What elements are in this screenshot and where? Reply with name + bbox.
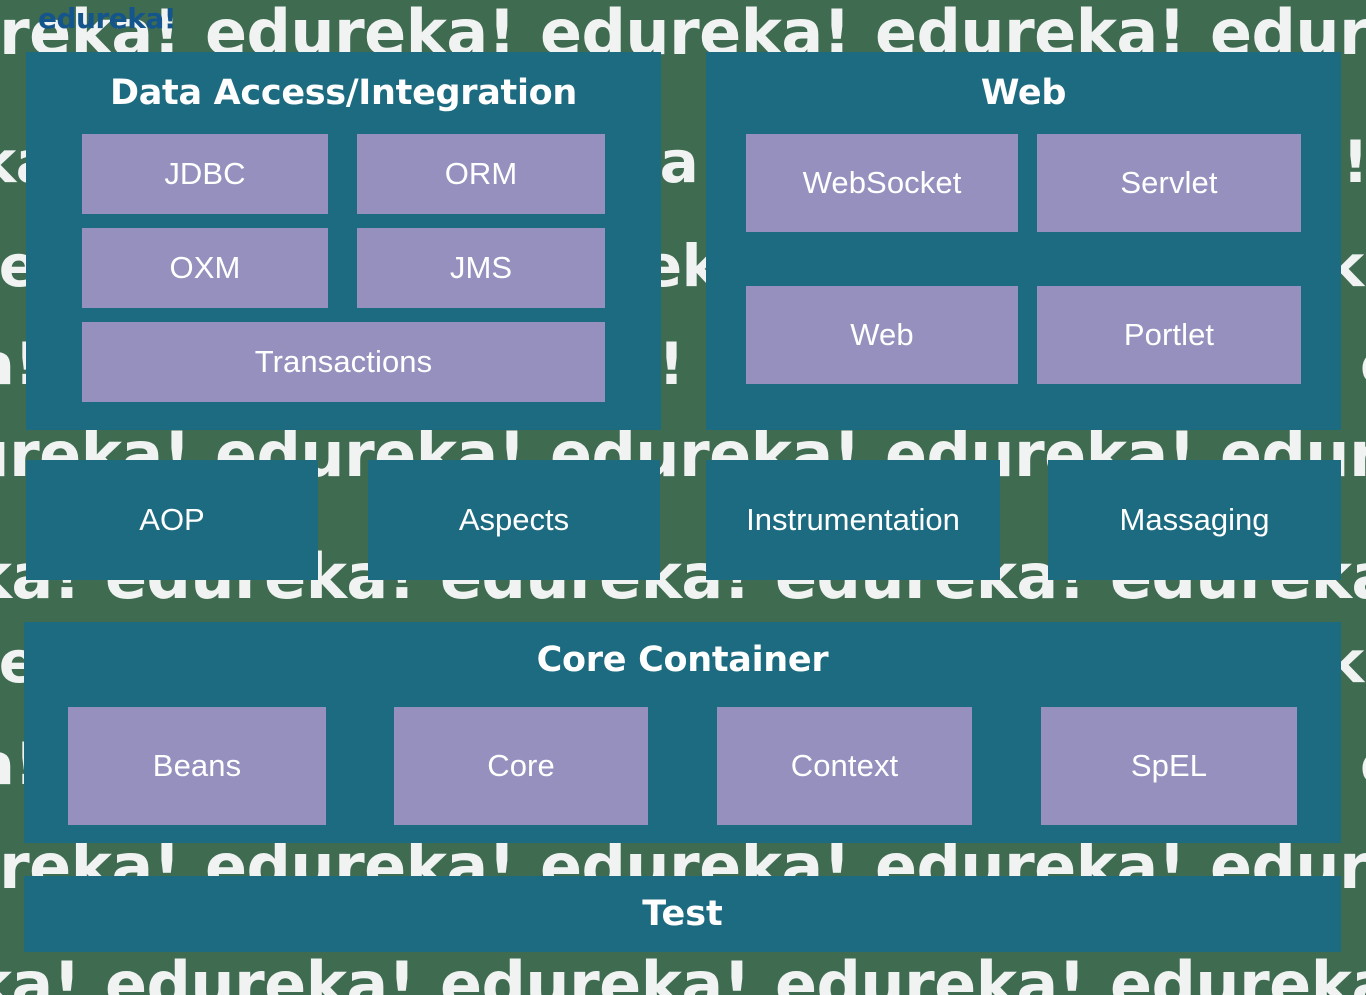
module-oxm: OXM — [82, 228, 328, 308]
module-servlet: Servlet — [1037, 134, 1301, 232]
module-aspects: Aspects — [368, 460, 660, 580]
module-portlet: Portlet — [1037, 286, 1301, 384]
module-web: Web — [746, 286, 1018, 384]
module-aop: AOP — [26, 460, 318, 580]
module-beans: Beans — [68, 707, 326, 825]
panel-title-web: Web — [980, 73, 1067, 113]
module-massaging: Massaging — [1048, 460, 1341, 580]
panel-title-core-container: Core Container — [536, 640, 829, 680]
module-transactions: Transactions — [82, 322, 605, 402]
panel-test: Test — [24, 876, 1341, 952]
module-spel: SpEL — [1041, 707, 1297, 825]
module-jdbc: JDBC — [82, 134, 328, 214]
panel-core-container: Core Container Beans Core Context SpEL — [24, 622, 1341, 843]
module-instrumentation: Instrumentation — [706, 460, 1000, 580]
panel-data-access-integration: Data Access/Integration JDBC ORM OXM JMS… — [26, 52, 661, 430]
module-jms: JMS — [357, 228, 605, 308]
module-core: Core — [394, 707, 648, 825]
module-context: Context — [717, 707, 972, 825]
panel-title-test: Test — [642, 894, 723, 934]
spring-framework-architecture-diagram: Data Access/Integration JDBC ORM OXM JMS… — [0, 0, 1366, 995]
panel-title-data-access-integration: Data Access/Integration — [109, 73, 578, 113]
module-websocket: WebSocket — [746, 134, 1018, 232]
edureka-logo: edureka! — [38, 2, 177, 35]
module-orm: ORM — [357, 134, 605, 214]
panel-web: Web WebSocket Servlet Web Portlet — [706, 52, 1341, 430]
